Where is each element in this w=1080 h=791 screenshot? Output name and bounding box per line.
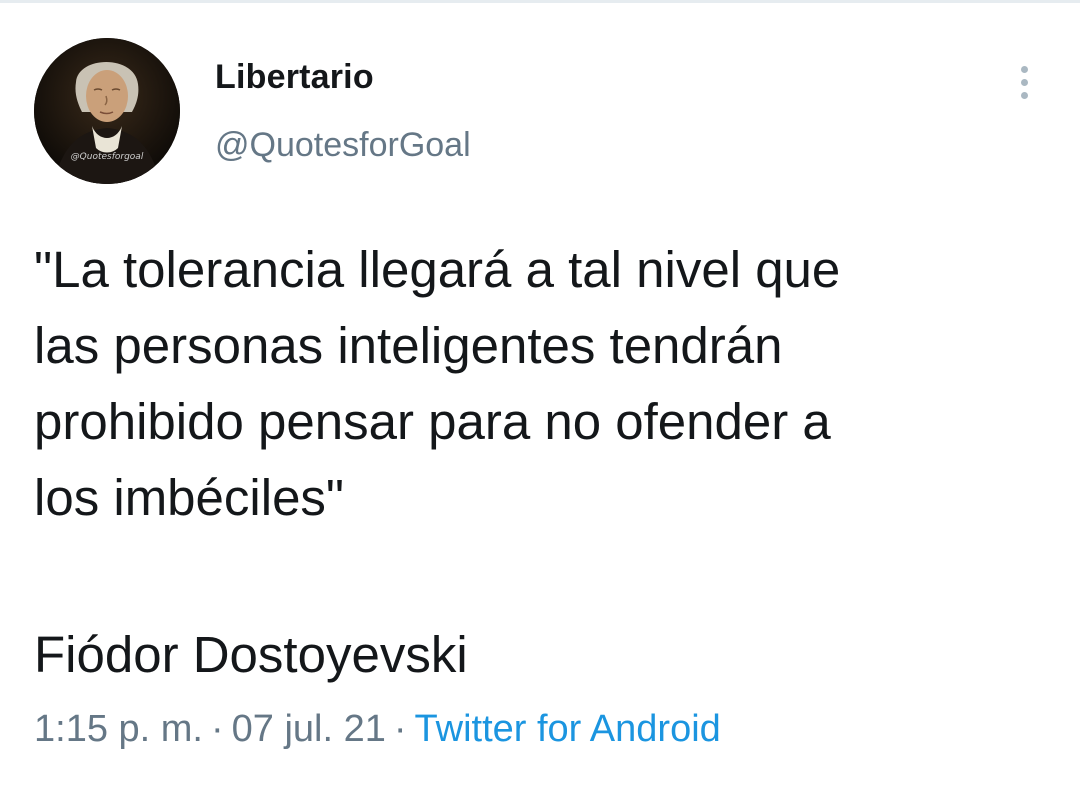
tweet-card: @Quotesforgoal Libertario @QuotesforGoal… [0, 0, 1080, 791]
more-vertical-icon [1020, 65, 1028, 73]
meta-separator: · [210, 708, 224, 750]
tweet-text-line: las personas inteligentes tendrán [34, 317, 783, 374]
avatar-watermark: @Quotesforgoal [70, 152, 144, 162]
more-vertical-icon-dot [1020, 91, 1028, 99]
quote-attribution: Fiódor Dostoyevski [34, 626, 468, 683]
tweet-time[interactable]: 1:15 p. m. [34, 708, 203, 750]
meta-separator: · [393, 708, 407, 750]
tweet-text-line: "La tolerancia llegará a tal nivel que [34, 241, 841, 298]
tweet-date[interactable]: 07 jul. 21 [232, 708, 386, 750]
avatar-portrait-image [34, 38, 180, 184]
tweet-text-line: prohibido pensar para no ofender a [34, 393, 831, 450]
tweet-metadata: 1:15 p. m. · 07 jul. 21 · Twitter for Androi… [34, 708, 721, 751]
tweet-source-link[interactable]: Twitter for Android [415, 708, 721, 750]
author-display-name[interactable]: Libertario [215, 58, 374, 97]
tweet-text: "La tolerancia llegará a tal nivel que l… [34, 232, 1034, 536]
author-handle[interactable]: @QuotesforGoal [215, 126, 471, 165]
avatar[interactable]: @Quotesforgoal [34, 38, 180, 184]
tweet-text-line: los imbéciles" [34, 469, 345, 526]
more-vertical-icon-dot [1020, 78, 1028, 86]
divider [0, 0, 1080, 3]
more-options-button[interactable] [1004, 60, 1044, 104]
